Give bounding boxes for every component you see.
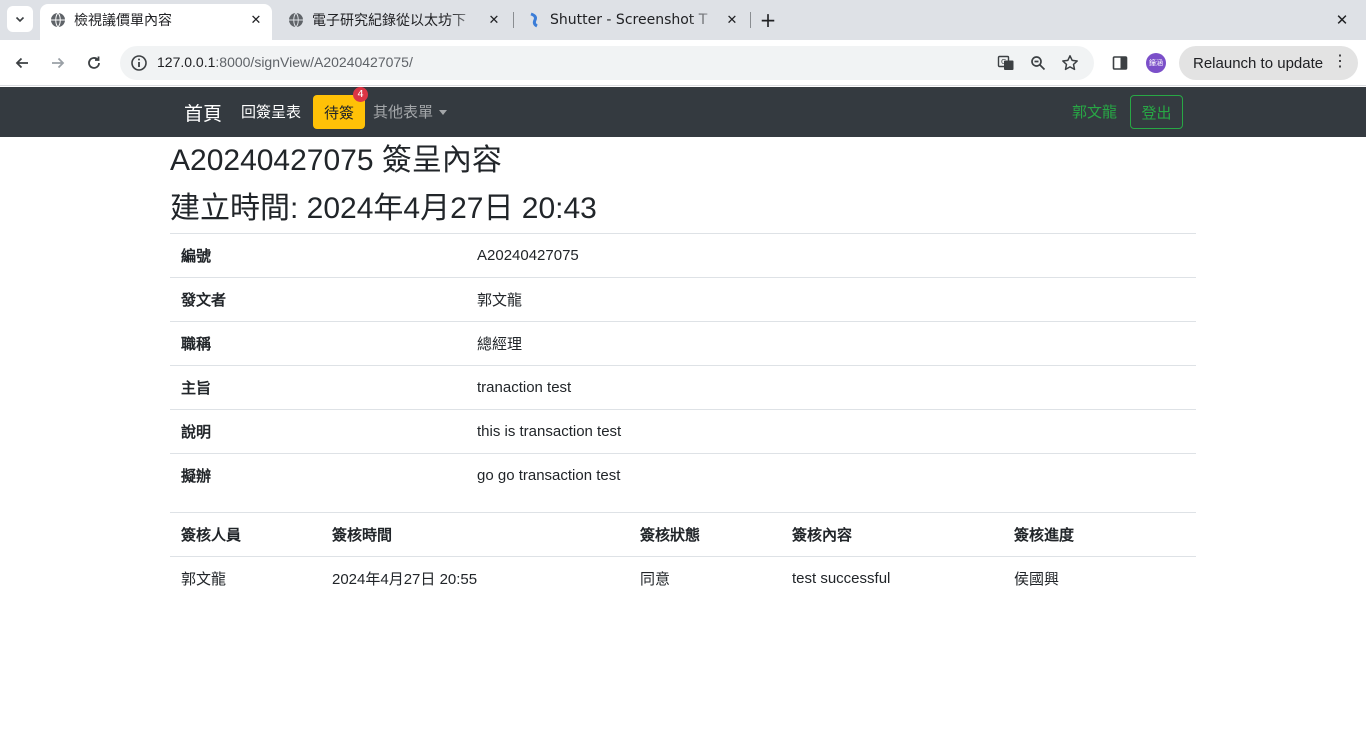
table-cell: 2024年4月27日 20:55	[332, 570, 478, 588]
info-row: 說明 this is transaction test	[170, 409, 1196, 454]
nav-user-name: 郭文龍	[1072, 103, 1118, 121]
more-menu-icon[interactable]: ⋮	[1332, 54, 1348, 70]
tab-title: 電子研究紀錄從以太坊下	[312, 13, 466, 29]
info-row: 主旨 tranaction test	[170, 365, 1196, 410]
info-row: 編號 A20240427075	[170, 233, 1196, 278]
info-value: A20240427075	[466, 233, 1196, 278]
info-label: 編號	[170, 233, 466, 278]
table-row: 郭文龍 2024年4月27日 20:55 同意 test successful 侯國興	[170, 556, 1196, 600]
url-path: :8000/signView/A20240427075/	[215, 54, 413, 70]
info-label: 擬辦	[170, 453, 466, 498]
info-row: 職稱 總經理	[170, 321, 1196, 366]
info-row: 發文者 郭文龍	[170, 277, 1196, 322]
address-bar[interactable]: 127.0.0.1:8000/signView/A20240427075/ G	[120, 46, 1094, 80]
column-header: 簽核狀態	[629, 511, 781, 557]
created-time: 建立時間: 2024年4月27日 20:43	[170, 192, 597, 225]
site-info-icon[interactable]	[130, 54, 148, 72]
back-arrow-icon[interactable]	[8, 49, 36, 77]
pending-count-badge: 4	[353, 87, 368, 102]
tab-title: 檢視議價單內容	[74, 13, 172, 29]
translate-icon[interactable]: G	[996, 53, 1016, 73]
tab-separator	[513, 12, 514, 28]
tab-search-button[interactable]	[7, 6, 33, 32]
document-info-table: 編號 A20240427075 發文者 郭文龍 職稱 總經理 主旨 tranaction te…	[170, 233, 1196, 498]
site-navbar: 首頁 回簽呈表 待簽 其他表單 郭文龍 登出	[0, 87, 1366, 137]
tab-separator	[750, 12, 751, 28]
browser-toolbar: 127.0.0.1:8000/signView/A20240427075/ G …	[0, 40, 1366, 86]
column-header: 簽核內容	[781, 511, 1003, 557]
column-header: 簽核時間	[321, 511, 629, 557]
browser-tab-active[interactable]: 檢視議價單內容 ✕	[40, 4, 272, 40]
globe-icon	[288, 12, 304, 28]
info-value: 郭文龍	[466, 277, 1196, 322]
info-row: 擬辦 go go transaction test	[170, 453, 1196, 498]
svg-text:G: G	[1001, 58, 1006, 66]
side-panel-icon[interactable]	[1110, 53, 1130, 73]
close-tab-icon[interactable]: ✕	[722, 10, 742, 30]
info-label: 主旨	[170, 365, 466, 410]
bookmark-star-icon[interactable]	[1060, 53, 1080, 73]
relaunch-label: Relaunch to update	[1193, 54, 1324, 72]
close-tab-icon[interactable]: ✕	[484, 10, 504, 30]
zoom-icon[interactable]	[1028, 53, 1048, 73]
nav-home-link[interactable]: 首頁	[184, 99, 222, 126]
nav-other-forms-dropdown[interactable]: 其他表單	[373, 101, 448, 122]
table-cell: 侯國興	[1014, 570, 1060, 588]
info-value: this is transaction test	[466, 409, 1196, 454]
info-label: 說明	[170, 409, 466, 454]
new-tab-button[interactable]: +	[756, 8, 780, 32]
table-cell: 同意	[640, 570, 671, 588]
reload-icon[interactable]	[80, 49, 108, 77]
profile-label: 鐘涵	[1149, 59, 1163, 67]
info-value: tranaction test	[466, 365, 1196, 410]
profile-avatar[interactable]: 鐘涵	[1146, 53, 1166, 73]
table-cell: 郭文龍	[181, 570, 227, 588]
browser-tab[interactable]: 電子研究紀錄從以太坊下 ✕	[278, 4, 510, 36]
info-value: go go transaction test	[466, 453, 1196, 498]
caret-down-icon	[439, 110, 448, 115]
forward-arrow-icon[interactable]	[44, 49, 72, 77]
tab-title: Shutter - Screenshot T	[550, 12, 708, 28]
info-value: 總經理	[466, 321, 1196, 366]
chevron-down-icon	[15, 16, 25, 23]
info-label: 發文者	[170, 277, 466, 322]
window-close-icon[interactable]: ✕	[1330, 8, 1354, 32]
nav-history-link[interactable]: 回簽呈表	[241, 101, 301, 122]
shutter-app-icon	[526, 12, 542, 28]
url-host: 127.0.0.1	[157, 54, 216, 70]
review-log-table: 簽核人員 簽核時間 簽核狀態 簽核內容 簽核進度 郭文龍 2024年4月27日 20:55…	[170, 511, 1196, 601]
nav-other-label: 其他表單	[373, 103, 434, 121]
browser-tabstrip: 檢視議價單內容 ✕ 電子研究紀錄從以太坊下 ✕ Shutter - Screen…	[0, 0, 1366, 40]
info-label: 職稱	[170, 321, 466, 366]
relaunch-to-update-button[interactable]: Relaunch to update ⋮	[1179, 46, 1358, 80]
table-cell: test successful	[792, 569, 891, 587]
page-title: A20240427075 簽呈內容	[170, 144, 502, 177]
browser-tab[interactable]: Shutter - Screenshot T ✕	[516, 4, 748, 36]
close-tab-icon[interactable]: ✕	[246, 10, 266, 30]
globe-icon	[50, 12, 66, 28]
column-header: 簽核人員	[170, 511, 321, 557]
column-header: 簽核進度	[1003, 511, 1196, 557]
url-text[interactable]: 127.0.0.1:8000/signView/A20240427075/	[157, 54, 413, 70]
logout-button[interactable]: 登出	[1130, 95, 1183, 129]
main-content: A20240427075 簽呈內容 建立時間: 2024年4月27日 20:43…	[170, 137, 1196, 600]
